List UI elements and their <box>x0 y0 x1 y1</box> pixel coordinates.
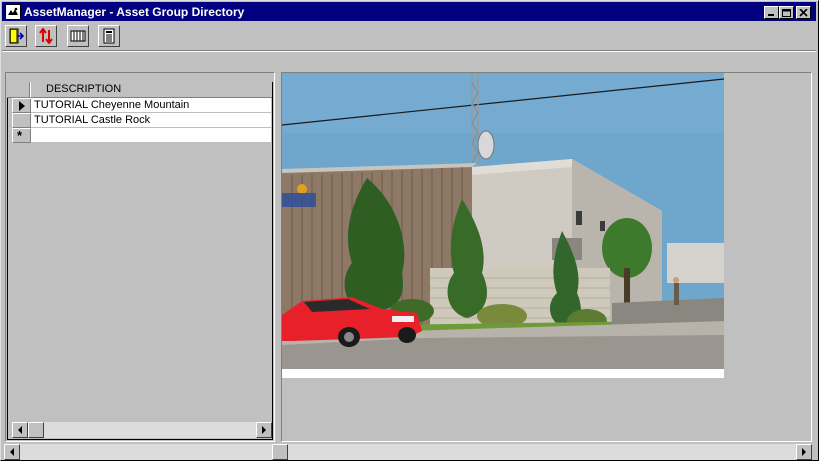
grid-horizontal-scrollbar[interactable] <box>12 422 272 438</box>
close-icon <box>799 9 808 17</box>
window-title: AssetManager - Asset Group Directory <box>24 5 245 19</box>
toolbar-divider <box>2 50 816 52</box>
current-row-pointer-icon <box>19 101 25 111</box>
exit-door-icon <box>9 28 24 44</box>
column-header-label: DESCRIPTION <box>46 83 122 95</box>
new-row-selector[interactable]: * <box>12 128 31 143</box>
row-selector[interactable] <box>12 113 31 128</box>
toolbar <box>2 22 816 50</box>
columns-button[interactable] <box>67 25 89 47</box>
minimize-button[interactable] <box>764 6 779 19</box>
arrow-left-icon <box>10 448 14 456</box>
exit-button[interactable] <box>5 25 27 47</box>
sort-arrows-icon <box>39 28 53 44</box>
row-description: TUTORIAL Castle Rock <box>34 114 151 126</box>
table-row[interactable]: TUTORIAL Castle Rock <box>31 113 272 128</box>
asset-photo <box>282 73 724 378</box>
close-button[interactable] <box>796 6 811 19</box>
arrow-left-icon <box>18 426 22 434</box>
calculator-icon <box>103 28 115 44</box>
arrow-right-icon <box>802 448 806 456</box>
columns-grid-icon <box>70 30 86 42</box>
building-photo-image <box>282 73 724 378</box>
grid-scroll-right-button[interactable] <box>256 422 272 438</box>
app-icon[interactable] <box>5 4 21 20</box>
arrow-right-icon <box>262 426 266 434</box>
window-scroll-thumb[interactable] <box>272 444 288 460</box>
sort-button[interactable] <box>35 25 57 47</box>
minimize-icon <box>768 14 774 16</box>
grid-scroll-thumb[interactable] <box>28 422 44 438</box>
window-scroll-left-button[interactable] <box>4 444 20 460</box>
column-header-description[interactable]: DESCRIPTION <box>30 82 272 98</box>
window-scroll-right-button[interactable] <box>796 444 812 460</box>
row-description: TUTORIAL Cheyenne Mountain <box>34 99 190 111</box>
calculator-button[interactable] <box>98 25 120 47</box>
grid-scroll-left-button[interactable] <box>12 422 28 438</box>
new-row-marker: * <box>17 128 23 143</box>
window-horizontal-scrollbar[interactable] <box>4 444 812 460</box>
maximize-button[interactable] <box>779 6 794 19</box>
new-row-cell[interactable] <box>31 128 272 143</box>
row-selector-current[interactable] <box>12 98 31 113</box>
maximize-icon <box>782 9 791 17</box>
table-row[interactable]: TUTORIAL Cheyenne Mountain <box>31 98 272 113</box>
title-bar[interactable]: AssetManager - Asset Group Directory <box>2 2 816 21</box>
grid-corner-header[interactable] <box>7 82 30 98</box>
